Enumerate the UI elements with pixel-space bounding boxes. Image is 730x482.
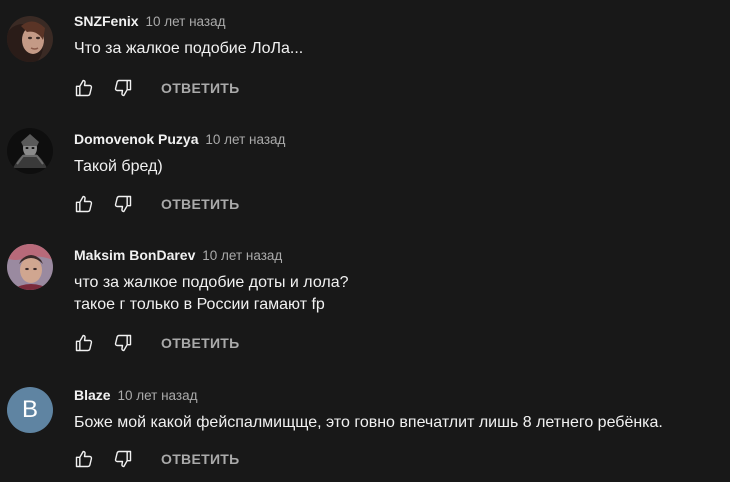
avatar[interactable] — [7, 16, 53, 62]
like-icon[interactable] — [74, 78, 94, 98]
dislike-icon[interactable] — [113, 194, 133, 214]
reply-button[interactable]: ОТВЕТИТЬ — [161, 196, 240, 212]
dislike-icon[interactable] — [113, 78, 133, 98]
comment-text: Такой бред) — [74, 156, 163, 178]
comment-author[interactable]: Maksim BonDarev — [74, 247, 195, 263]
comment-actions: ОТВЕТИТЬ — [74, 447, 240, 471]
comment-item: Maksim BonDarev 10 лет назад что за жалк… — [0, 228, 730, 368]
comment-author[interactable]: Domovenok Puzya — [74, 131, 198, 147]
comment-text: Боже мой какой фейспалмищще, это говно в… — [74, 412, 663, 434]
dislike-icon[interactable] — [113, 449, 133, 469]
comment-time[interactable]: 10 лет назад — [202, 248, 282, 263]
comment-actions: ОТВЕТИТЬ — [74, 192, 240, 216]
reply-button[interactable]: ОТВЕТИТЬ — [161, 80, 240, 96]
comment-text: что за жалкое подобие доты и лола? такое… — [74, 272, 349, 316]
comment-text-line: такое г только в России гамают fp — [74, 296, 325, 313]
like-icon[interactable] — [74, 333, 94, 353]
comment-time[interactable]: 10 лет назад — [145, 14, 225, 29]
reply-button[interactable]: ОТВЕТИТЬ — [161, 451, 240, 467]
comment-text-line: Такой бред) — [74, 158, 163, 175]
comment-time[interactable]: 10 лет назад — [117, 388, 197, 403]
avatar[interactable] — [7, 128, 53, 174]
comment-text-line: что за жалкое подобие доты и лола? — [74, 274, 349, 291]
dislike-icon[interactable] — [113, 333, 133, 353]
comment-actions: ОТВЕТИТЬ — [74, 331, 240, 355]
comment-author[interactable]: Blaze — [74, 387, 111, 403]
comment-time[interactable]: 10 лет назад — [205, 132, 285, 147]
comment-header: SNZFenix 10 лет назад — [74, 13, 226, 30]
comment-header: Blaze 10 лет назад — [74, 387, 198, 404]
comment-text-line: Боже мой какой фейспалмищще, это говно в… — [74, 414, 663, 431]
avatar-image — [7, 16, 53, 62]
avatar-letter: B — [21, 396, 38, 423]
comment-item: B Blaze 10 лет назад Боже мой какой фейс… — [0, 368, 730, 482]
comment-item: Domovenok Puzya 10 лет назад Такой бред)… — [0, 112, 730, 228]
comment-header: Maksim BonDarev 10 лет назад — [74, 247, 282, 264]
comment-item: SNZFenix 10 лет назад Что за жалкое подо… — [0, 0, 730, 112]
avatar-image — [7, 244, 53, 290]
comment-text: Что за жалкое подобие ЛоЛа... — [74, 38, 303, 60]
avatar[interactable]: B — [7, 387, 53, 433]
like-icon[interactable] — [74, 449, 94, 469]
comment-text-line: Что за жалкое подобие ЛоЛа... — [74, 40, 304, 57]
comment-header: Domovenok Puzya 10 лет назад — [74, 131, 285, 148]
reply-button[interactable]: ОТВЕТИТЬ — [161, 335, 240, 351]
avatar-image — [7, 128, 53, 174]
like-icon[interactable] — [74, 194, 94, 214]
avatar[interactable] — [7, 244, 53, 290]
comment-author[interactable]: SNZFenix — [74, 13, 139, 29]
comment-actions: ОТВЕТИТЬ — [74, 76, 240, 100]
